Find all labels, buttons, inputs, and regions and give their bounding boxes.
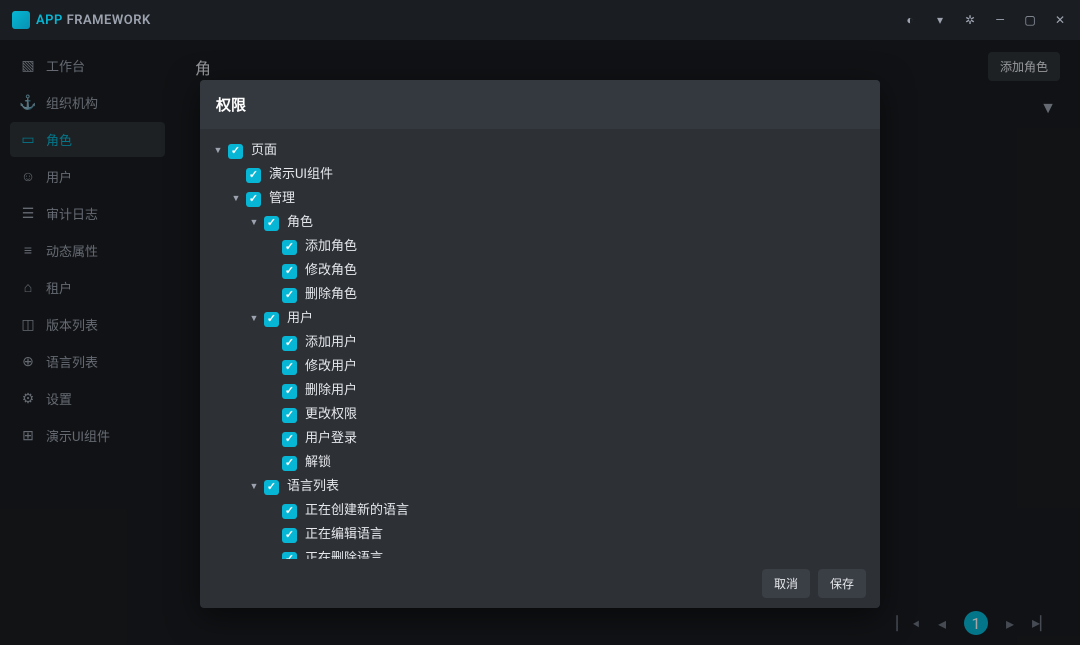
tree-node: ▼ 角色 bbox=[212, 211, 868, 235]
tree-node: 解锁 bbox=[212, 451, 868, 475]
tree-node: 正在创建新的语言 bbox=[212, 499, 868, 523]
checkbox[interactable] bbox=[282, 384, 297, 399]
modal-body: ▼ 页面演示UI组件 ▼ 管理 ▼ 角色添加角色修改角色删除角色 ▼ 用户添加用户修改用户删除… bbox=[200, 129, 880, 559]
tree-node: 删除用户 bbox=[212, 379, 868, 403]
checkbox[interactable] bbox=[282, 456, 297, 471]
caret-icon[interactable]: ▼ bbox=[248, 213, 260, 233]
tree-label: 正在删除语言 bbox=[305, 549, 383, 559]
checkbox[interactable] bbox=[246, 192, 261, 207]
checkbox[interactable] bbox=[282, 288, 297, 303]
tree-label: 删除角色 bbox=[305, 285, 357, 305]
tree-node: 更改权限 bbox=[212, 403, 868, 427]
tree-label: 正在编辑语言 bbox=[305, 525, 383, 545]
tree-node: 删除角色 bbox=[212, 283, 868, 307]
tree-label: 更改权限 bbox=[305, 405, 357, 425]
checkbox[interactable] bbox=[264, 216, 279, 231]
tree-label: 演示UI组件 bbox=[269, 165, 333, 185]
tree-node: 修改用户 bbox=[212, 355, 868, 379]
modal-footer: 取消 保存 bbox=[200, 559, 880, 608]
close-button[interactable]: ✕ bbox=[1052, 13, 1068, 27]
tree-label: 角色 bbox=[287, 213, 313, 233]
theme-icon[interactable]: ◐ bbox=[902, 13, 918, 27]
caret-icon[interactable]: ▼ bbox=[248, 309, 260, 329]
modal-title: 权限 bbox=[200, 80, 880, 129]
checkbox[interactable] bbox=[264, 480, 279, 495]
checkbox[interactable] bbox=[282, 336, 297, 351]
tree-node: ▼ 用户 bbox=[212, 307, 868, 331]
tree-node: ▼ 管理 bbox=[212, 187, 868, 211]
tree-label: 正在创建新的语言 bbox=[305, 501, 409, 521]
caret-icon[interactable]: ▼ bbox=[230, 189, 242, 209]
checkbox[interactable] bbox=[282, 408, 297, 423]
tree-label: 用户登录 bbox=[305, 429, 357, 449]
tree-label: 页面 bbox=[251, 141, 277, 161]
tree-label: 修改角色 bbox=[305, 261, 357, 281]
tree-label: 语言列表 bbox=[287, 477, 339, 497]
cancel-button[interactable]: 取消 bbox=[762, 569, 810, 598]
checkbox[interactable] bbox=[282, 360, 297, 375]
tree-node: 添加用户 bbox=[212, 331, 868, 355]
permission-tree: ▼ 页面演示UI组件 ▼ 管理 ▼ 角色添加角色修改角色删除角色 ▼ 用户添加用户修改用户删除… bbox=[212, 139, 868, 559]
app-logo: APP FRAMEWORK bbox=[12, 11, 151, 29]
tree-node: 演示UI组件 bbox=[212, 163, 868, 187]
checkbox[interactable] bbox=[282, 264, 297, 279]
maximize-button[interactable]: ▢ bbox=[1022, 13, 1038, 27]
tree-label: 管理 bbox=[269, 189, 295, 209]
checkbox[interactable] bbox=[282, 504, 297, 519]
checkbox[interactable] bbox=[282, 528, 297, 543]
logo-icon bbox=[12, 11, 30, 29]
tree-node: ▼ 页面 bbox=[212, 139, 868, 163]
dropdown-icon[interactable]: ▾ bbox=[932, 13, 948, 27]
checkbox[interactable] bbox=[264, 312, 279, 327]
minimize-button[interactable]: — bbox=[992, 13, 1008, 27]
checkbox[interactable] bbox=[282, 240, 297, 255]
checkbox[interactable] bbox=[282, 432, 297, 447]
permissions-modal: 权限 ▼ 页面演示UI组件 ▼ 管理 ▼ 角色添加角色修改角色删除角色 ▼ 用户添加用户修改用… bbox=[200, 80, 880, 608]
tree-label: 添加角色 bbox=[305, 237, 357, 257]
tree-node: ▼ 语言列表 bbox=[212, 475, 868, 499]
brand-app: APP bbox=[36, 13, 63, 28]
tree-node: 用户登录 bbox=[212, 427, 868, 451]
save-button[interactable]: 保存 bbox=[818, 569, 866, 598]
brand-framework: FRAMEWORK bbox=[67, 13, 151, 28]
checkbox[interactable] bbox=[246, 168, 261, 183]
window-controls: ◐ ▾ ✲ — ▢ ✕ bbox=[902, 13, 1068, 27]
checkbox[interactable] bbox=[228, 144, 243, 159]
checkbox[interactable] bbox=[282, 552, 297, 560]
tree-label: 修改用户 bbox=[305, 357, 357, 377]
titlebar: APP FRAMEWORK ◐ ▾ ✲ — ▢ ✕ bbox=[0, 0, 1080, 40]
tree-label: 添加用户 bbox=[305, 333, 357, 353]
tree-node: 正在编辑语言 bbox=[212, 523, 868, 547]
tree-label: 用户 bbox=[287, 309, 313, 329]
tree-node: 添加角色 bbox=[212, 235, 868, 259]
tree-node: 正在删除语言 bbox=[212, 547, 868, 559]
tree-node: 修改角色 bbox=[212, 259, 868, 283]
tree-label: 解锁 bbox=[305, 453, 331, 473]
tree-label: 删除用户 bbox=[305, 381, 357, 401]
settings-icon[interactable]: ✲ bbox=[962, 13, 978, 27]
caret-icon[interactable]: ▼ bbox=[212, 141, 224, 161]
caret-icon[interactable]: ▼ bbox=[248, 477, 260, 497]
